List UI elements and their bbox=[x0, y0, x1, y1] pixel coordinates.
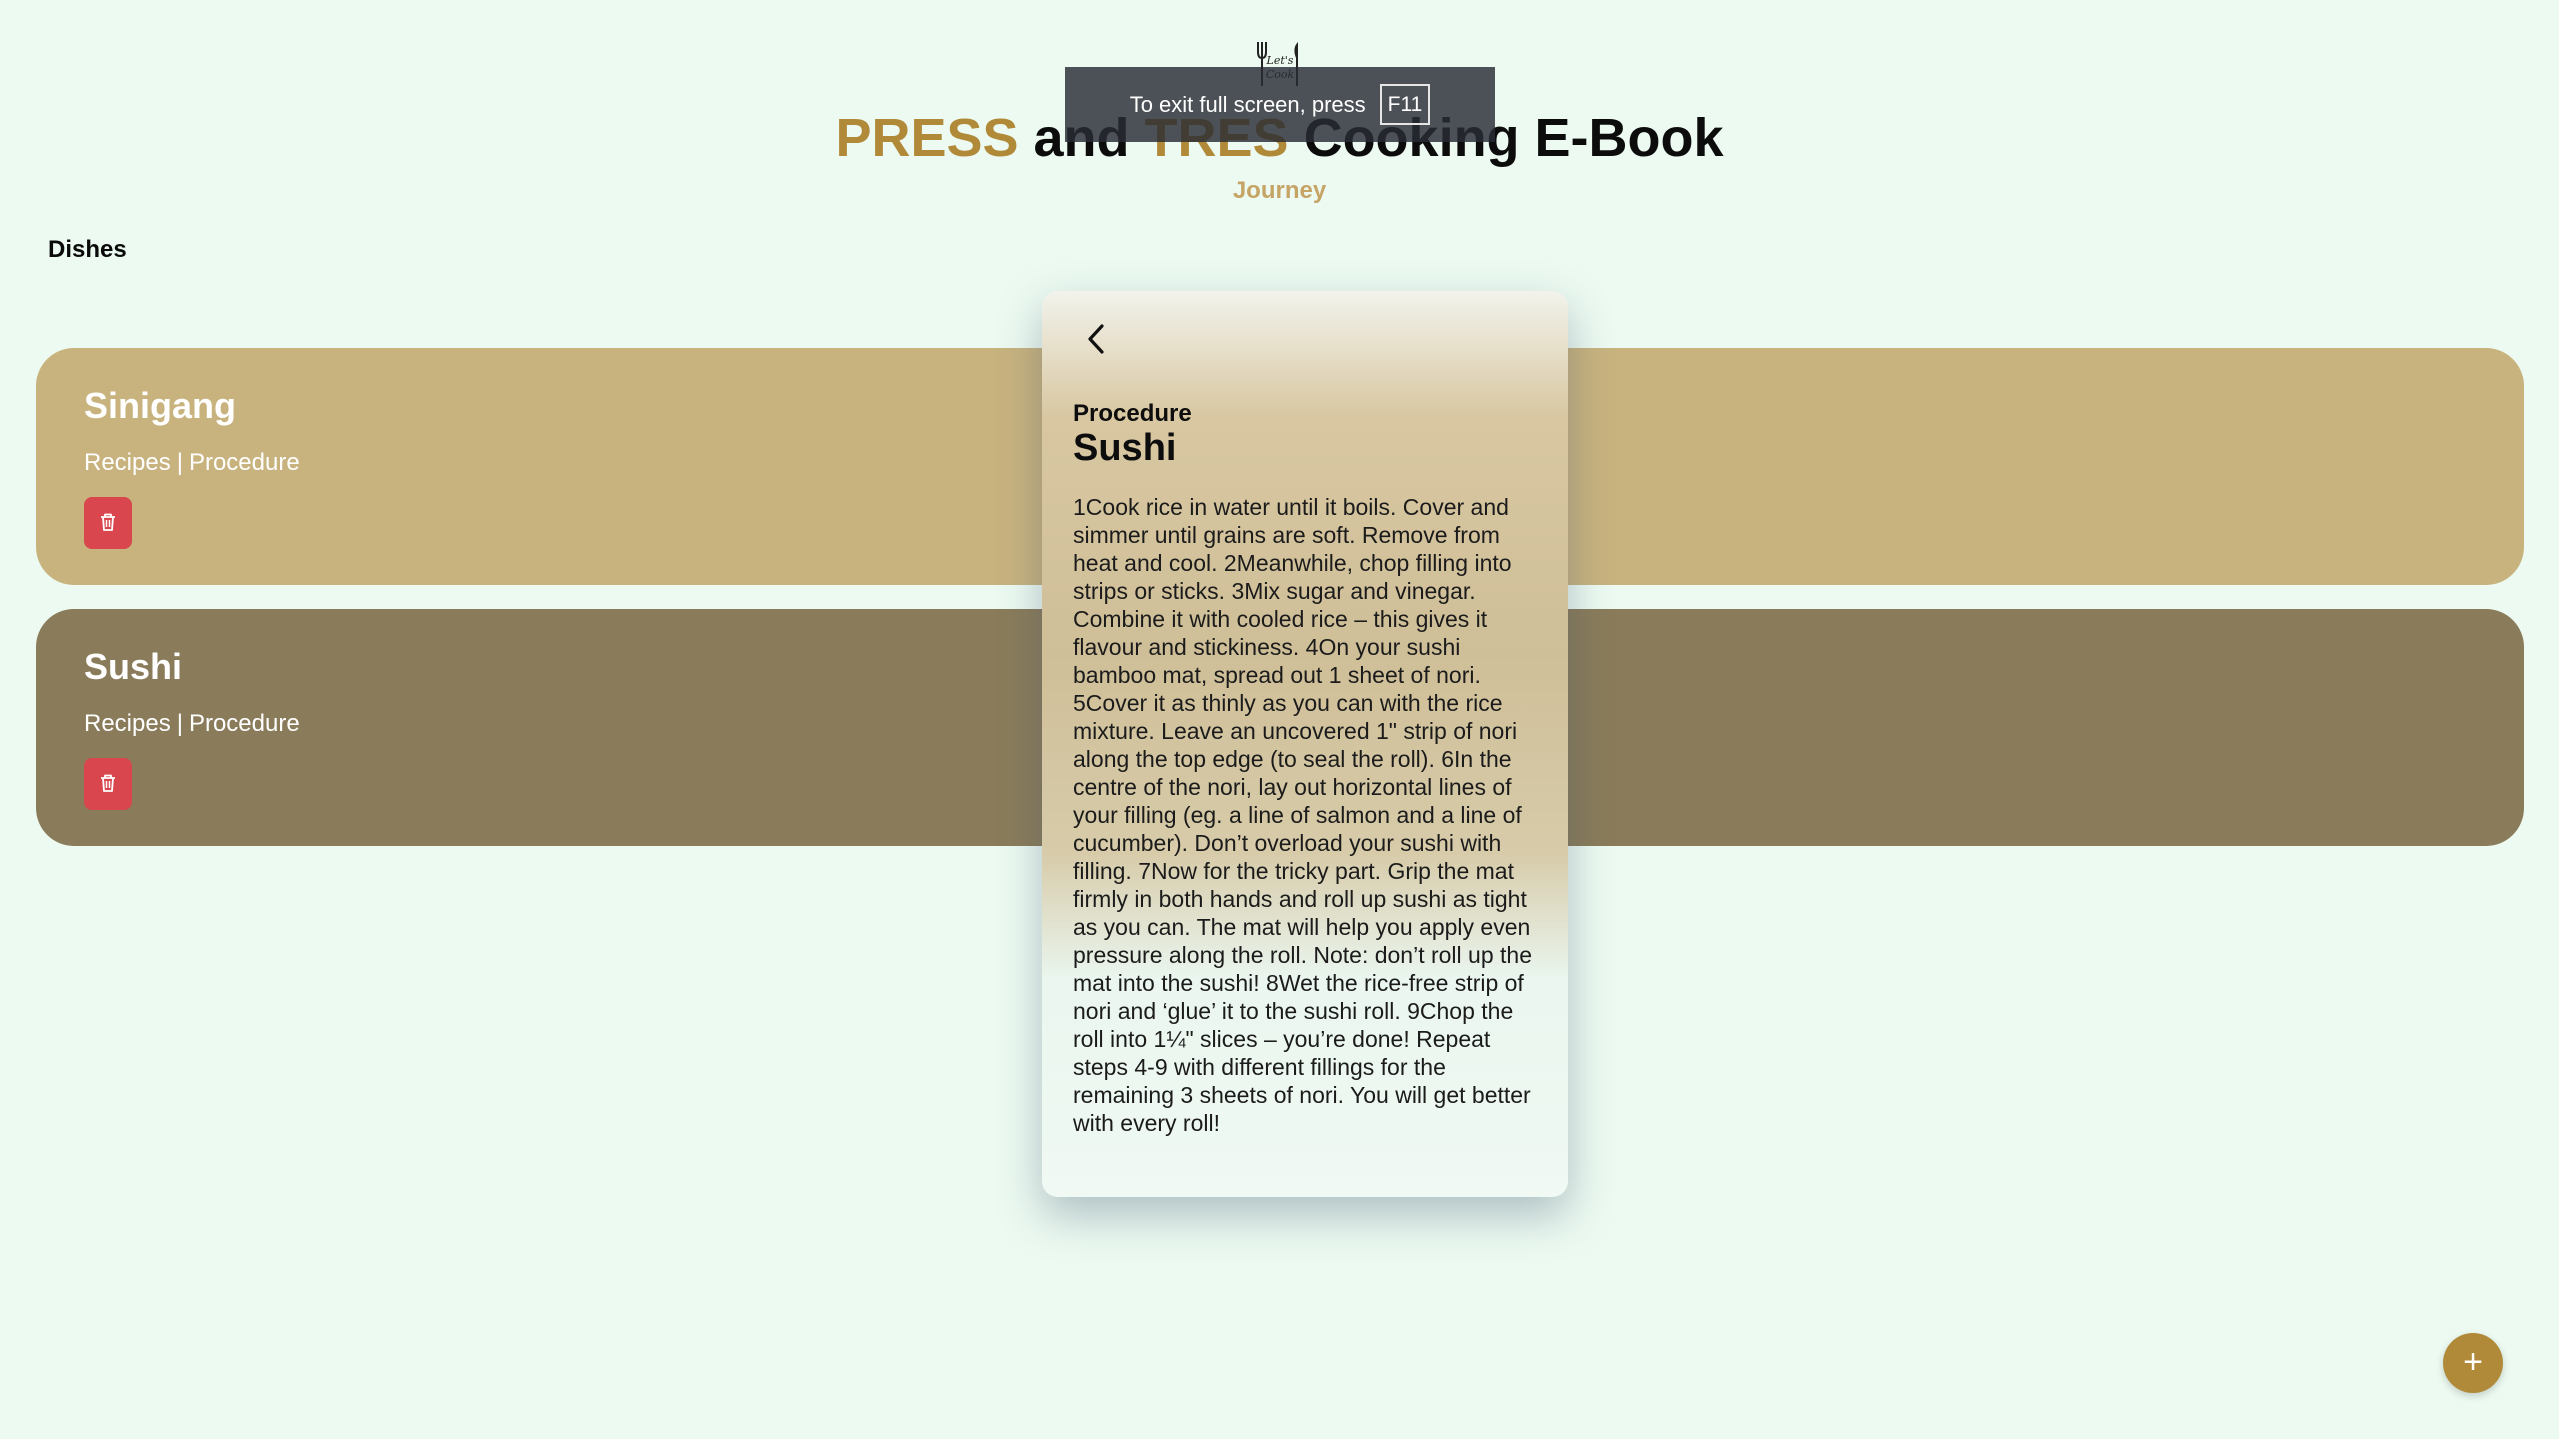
page-subtitle: Journey bbox=[1232, 177, 1327, 204]
back-button[interactable] bbox=[1076, 321, 1116, 361]
trash-icon bbox=[99, 773, 117, 796]
add-dish-button[interactable]: + bbox=[2443, 1333, 2503, 1393]
procedure-link[interactable]: Procedure bbox=[189, 710, 300, 737]
delete-dish-button[interactable] bbox=[84, 758, 132, 810]
fullscreen-toast-message: To exit full screen, press bbox=[1129, 91, 1366, 117]
link-separator: | bbox=[176, 449, 183, 476]
delete-dish-button[interactable] bbox=[84, 497, 132, 549]
dishes-section-title: Dishes bbox=[48, 236, 127, 263]
chevron-left-icon bbox=[1084, 322, 1108, 361]
link-separator: | bbox=[176, 710, 183, 737]
fullscreen-toast-key: F11 bbox=[1379, 84, 1431, 125]
title-press: PRESS bbox=[835, 108, 1019, 168]
procedure-label: Procedure bbox=[1073, 400, 1192, 427]
recipes-link[interactable]: Recipes bbox=[84, 449, 171, 476]
plus-icon: + bbox=[2463, 1343, 2483, 1381]
recipes-link[interactable]: Recipes bbox=[84, 710, 171, 737]
trash-icon bbox=[99, 512, 117, 535]
procedure-modal: Procedure Sushi 1Cook rice in water unti… bbox=[1042, 291, 1568, 1197]
fullscreen-exit-toast: To exit full screen, press F11 bbox=[1065, 67, 1495, 142]
procedure-title: Sushi bbox=[1073, 427, 1177, 469]
procedure-text: 1Cook rice in water until it boils. Cove… bbox=[1073, 494, 1532, 1136]
procedure-link[interactable]: Procedure bbox=[189, 449, 300, 476]
svg-text:Let's: Let's bbox=[1266, 54, 1294, 67]
